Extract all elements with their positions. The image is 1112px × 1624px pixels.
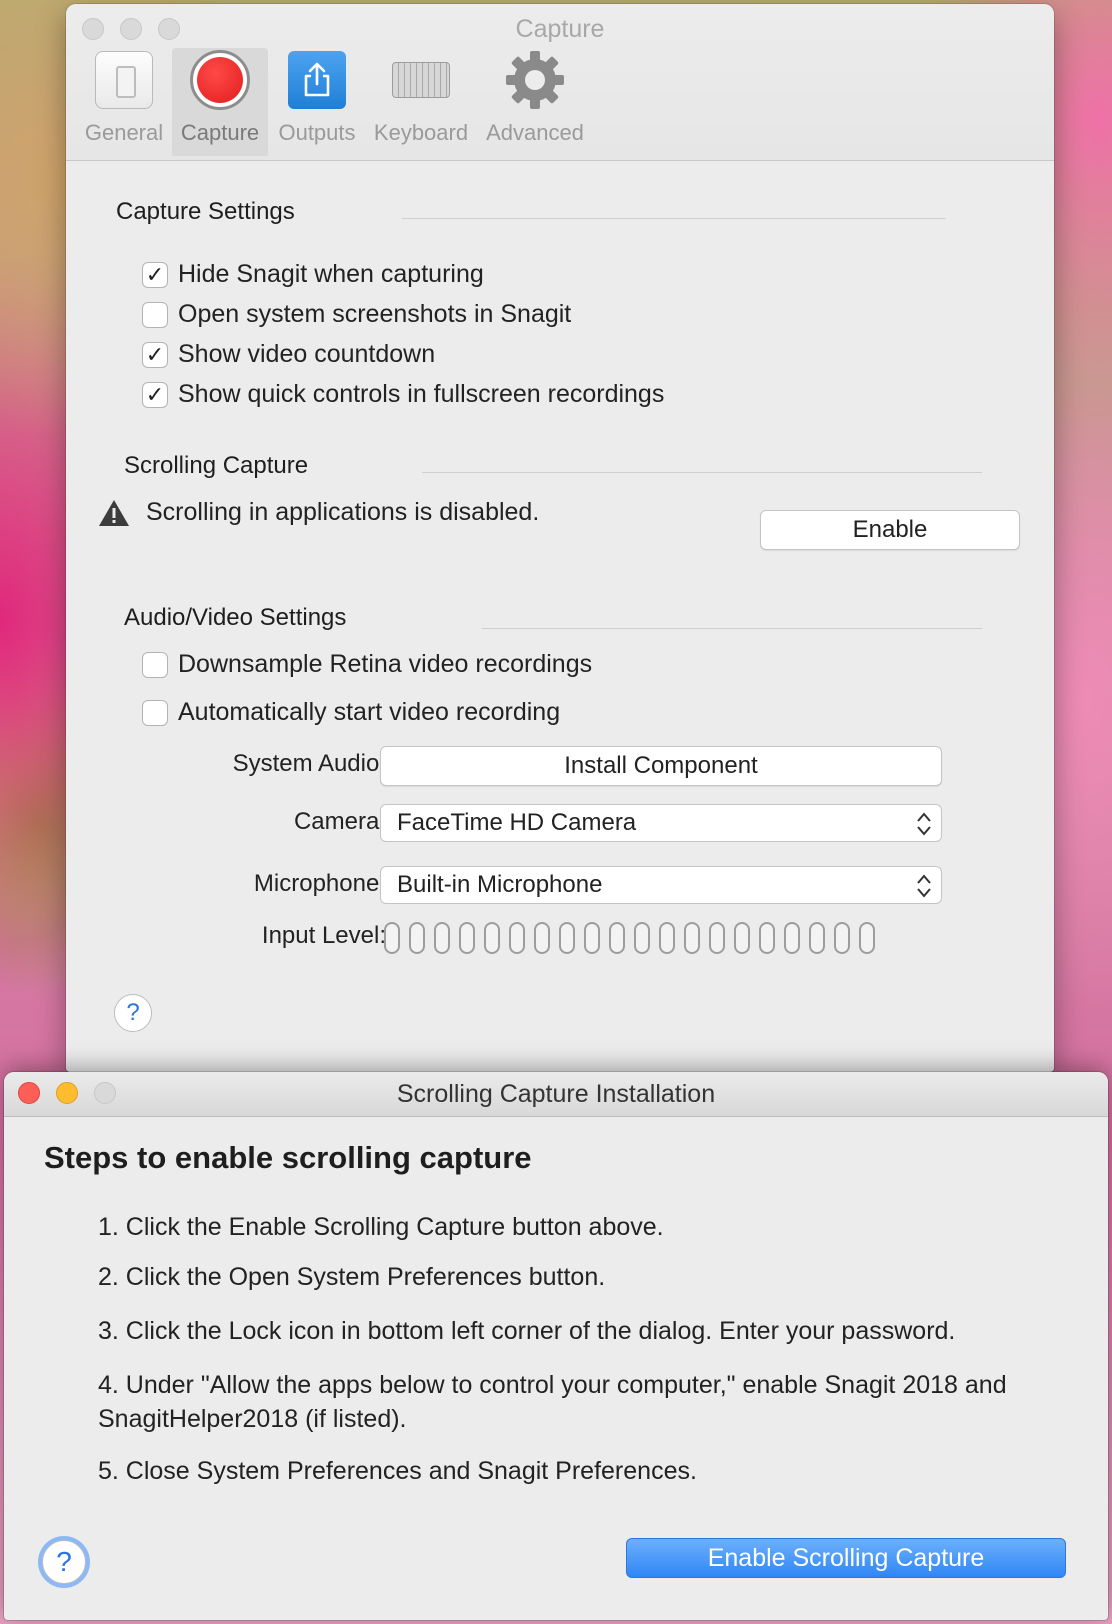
input-level-segment [634, 922, 650, 954]
checkbox-open-system-screenshots[interactable] [142, 301, 168, 328]
window-title: Scrolling Capture Installation [396, 1080, 716, 1108]
input-level-segment [734, 922, 750, 954]
tab-general-label: General [84, 120, 164, 145]
steps-heading: Steps to enable scrolling capture [44, 1140, 532, 1175]
input-level-segment [559, 922, 575, 954]
preferences-titlebar: Capture General Capture Outputs Keyboard… [66, 4, 1054, 161]
option-show-quick-controls[interactable]: ✓ Show quick controls in fullscreen reco… [142, 380, 664, 409]
option-downsample-retina[interactable]: Downsample Retina video recordings [142, 650, 592, 679]
option-open-system-screenshots[interactable]: Open system screenshots in Snagit [142, 300, 571, 329]
option-auto-start-recording[interactable]: Automatically start video recording [142, 698, 560, 727]
checkbox-show-video-countdown[interactable]: ✓ [142, 341, 168, 368]
capture-settings-heading: Capture Settings [116, 198, 295, 225]
scrolling-capture-divider [422, 472, 982, 473]
install-component-button[interactable]: Install Component [380, 746, 942, 786]
input-level-segment [409, 922, 425, 954]
camera-select-value: FaceTime HD Camera [397, 809, 637, 836]
warning-icon [99, 499, 129, 526]
tab-keyboard-label: Keyboard [373, 120, 469, 145]
chevron-updown-icon [917, 812, 931, 836]
tab-outputs[interactable]: Outputs [268, 48, 366, 156]
option-hide-snagit-label: Hide Snagit when capturing [178, 260, 484, 288]
keyboard-icon [389, 48, 453, 112]
tab-keyboard[interactable]: Keyboard [366, 48, 476, 156]
option-auto-start-recording-label: Automatically start video recording [178, 698, 561, 726]
input-level-segment [784, 922, 800, 954]
option-show-video-countdown-label: Show video countdown [178, 340, 436, 368]
input-level-segment [584, 922, 600, 954]
microphone-select[interactable]: Built-in Microphone [380, 866, 942, 904]
input-level-segment [659, 922, 675, 954]
option-hide-snagit[interactable]: ✓ Hide Snagit when capturing [142, 260, 484, 289]
preferences-toolbar: General Capture Outputs Keyboard Advance… [76, 48, 594, 156]
option-show-quick-controls-label: Show quick controls in fullscreen record… [178, 380, 665, 408]
scrolling-warning: Scrolling in applications is disabled. [98, 498, 539, 527]
chevron-updown-icon [917, 874, 931, 898]
option-downsample-retina-label: Downsample Retina video recordings [178, 650, 593, 678]
input-level-segment [859, 922, 875, 954]
window-title: Capture [515, 15, 605, 43]
camera-select[interactable]: FaceTime HD Camera [380, 804, 942, 842]
installation-titlebar: Scrolling Capture Installation [4, 1072, 1108, 1117]
microphone-select-value: Built-in Microphone [397, 871, 603, 898]
help-button[interactable]: ? [42, 1540, 86, 1584]
enable-button[interactable]: Enable [760, 510, 1020, 550]
help-button[interactable]: ? [114, 994, 152, 1032]
share-icon [285, 48, 349, 112]
checkbox-downsample-retina[interactable] [142, 651, 168, 678]
input-level-segment [684, 922, 700, 954]
input-level-meter [384, 922, 875, 954]
installation-window: Scrolling Capture Installation Steps to … [4, 1072, 1108, 1620]
option-open-system-screenshots-label: Open system screenshots in Snagit [178, 300, 572, 328]
input-level-segment [834, 922, 850, 954]
tab-capture-label: Capture [180, 120, 260, 145]
step-item: 5. Close System Preferences and Snagit P… [98, 1457, 697, 1485]
input-level-segment [609, 922, 625, 954]
step-item: 2. Click the Open System Preferences but… [98, 1263, 606, 1291]
tab-general[interactable]: General [76, 48, 172, 156]
system-audio-label: System Audio: [232, 750, 386, 777]
tab-advanced[interactable]: Advanced [476, 48, 594, 156]
input-level-segment [759, 922, 775, 954]
microphone-label: Microphone: [253, 870, 386, 897]
input-level-segment [809, 922, 825, 954]
input-level-segment [459, 922, 475, 954]
camera-label: Camera: [293, 808, 386, 835]
step-item: 4. Under "Allow the apps below to contro… [98, 1371, 1007, 1433]
option-show-video-countdown[interactable]: ✓ Show video countdown [142, 340, 435, 369]
gear-icon [503, 48, 567, 112]
input-level-segment [709, 922, 725, 954]
preferences-window: Capture General Capture Outputs Keyboard… [66, 4, 1054, 1072]
input-level-segment [509, 922, 525, 954]
checkbox-hide-snagit[interactable]: ✓ [142, 261, 168, 288]
general-icon [92, 48, 156, 112]
tab-outputs-label: Outputs [278, 120, 356, 145]
audio-video-divider [482, 628, 982, 629]
checkbox-show-quick-controls[interactable]: ✓ [142, 381, 168, 408]
input-level-segment [384, 922, 400, 954]
step-item: 1. Click the Enable Scrolling Capture bu… [98, 1213, 664, 1241]
capture-settings-divider [402, 218, 946, 219]
scrolling-capture-heading: Scrolling Capture [124, 452, 309, 479]
enable-scrolling-capture-button[interactable]: Enable Scrolling Capture [626, 1538, 1066, 1578]
scrolling-warning-text: Scrolling in applications is disabled. [146, 498, 540, 526]
input-level-segment [534, 922, 550, 954]
checkbox-auto-start-recording[interactable] [142, 699, 168, 726]
input-level-segment [484, 922, 500, 954]
input-level-segment [434, 922, 450, 954]
step-item: 3. Click the Lock icon in bottom left co… [98, 1317, 956, 1345]
audio-video-heading: Audio/Video Settings [124, 604, 347, 631]
input-level-label: Input Level: [261, 922, 386, 949]
record-icon [188, 48, 252, 112]
tab-capture[interactable]: Capture [172, 48, 268, 156]
tab-advanced-label: Advanced [486, 120, 584, 145]
